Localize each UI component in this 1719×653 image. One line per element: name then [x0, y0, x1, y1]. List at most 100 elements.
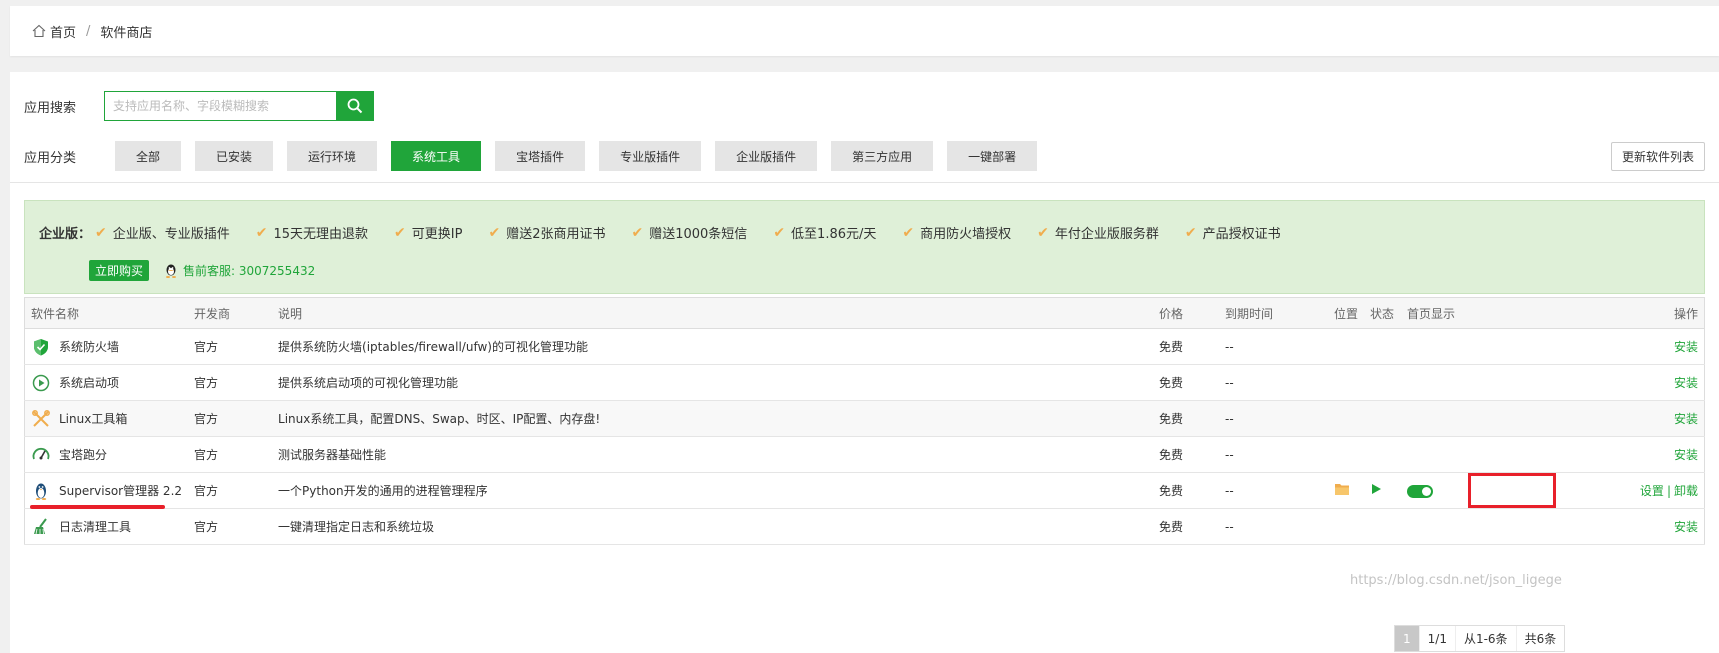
- developer: 官方: [188, 508, 273, 545]
- promo-title: 企业版：: [39, 227, 92, 242]
- breadcrumb: 首页 / 软件商店: [32, 22, 152, 41]
- presales-contact[interactable]: 售前客服: 3007255432: [163, 262, 315, 279]
- play-circle-icon: [32, 374, 50, 391]
- promo-actions: 立即购买 售前客服: 3007255432: [89, 260, 315, 281]
- annotation-highlight-box: [1468, 473, 1556, 508]
- annotation-underline: [30, 505, 165, 509]
- home-icon[interactable]: [32, 24, 46, 38]
- watermark: https://blog.csdn.net/json_ligege: [1350, 573, 1562, 588]
- promo-feature: ✔ 企业版、专业版插件: [95, 224, 230, 243]
- description: Linux系统工具，配置DNS、Swap、时区、IP配置、内存盘!: [272, 400, 1154, 437]
- install-link[interactable]: 安装: [1674, 340, 1698, 354]
- col-expire: 到期时间: [1219, 297, 1329, 329]
- page-total: 共6条: [1524, 632, 1557, 646]
- description: 提供系统防火墙(iptables/firewall/ufw)的可视化管理功能: [272, 328, 1154, 365]
- category-installed[interactable]: 已安装: [195, 141, 274, 171]
- expire: --: [1219, 472, 1329, 509]
- broom-icon: [34, 517, 47, 534]
- price: 免费: [1153, 436, 1220, 473]
- category-one-click-deploy[interactable]: 一键部署: [947, 141, 1038, 171]
- category-bt-plugins[interactable]: 宝塔插件: [495, 141, 586, 171]
- check-icon: ✔: [631, 224, 644, 241]
- enterprise-promo: 企业版： ✔ 企业版、专业版插件 ✔ 15天无理由退款 ✔ 可更换IP ✔ 赠送2张商用…: [24, 200, 1705, 294]
- developer: 官方: [188, 436, 273, 473]
- description: 测试服务器基础性能: [272, 436, 1154, 473]
- expire: --: [1219, 508, 1329, 545]
- install-link[interactable]: 安装: [1674, 448, 1698, 462]
- top-bar: 首页 / 软件商店: [10, 6, 1719, 56]
- settings-link[interactable]: 设置: [1640, 484, 1664, 498]
- software-name[interactable]: Supervisor管理器 2.2: [59, 482, 182, 499]
- category-runtime[interactable]: 运行环境: [287, 141, 378, 171]
- divider: [10, 182, 1719, 183]
- col-price[interactable]: 价格: [1153, 297, 1220, 329]
- check-icon: ✔: [1184, 224, 1197, 241]
- promo-features: 企业版： ✔ 企业版、专业版插件 ✔ 15天无理由退款 ✔ 可更换IP ✔ 赠送2张商用…: [39, 223, 1307, 243]
- category-pro-plugins[interactable]: 专业版插件: [599, 141, 702, 171]
- home-display-toggle[interactable]: [1407, 484, 1434, 498]
- price: 免费: [1153, 508, 1220, 545]
- category-all[interactable]: 全部: [115, 141, 182, 171]
- check-icon: ✔: [902, 224, 915, 241]
- promo-feature: ✔ 低至1.86元/天: [773, 224, 877, 243]
- category-third-party[interactable]: 第三方应用: [831, 141, 934, 171]
- col-developer: 开发商: [188, 297, 273, 329]
- developer: 官方: [188, 472, 273, 509]
- uninstall-link[interactable]: 卸载: [1674, 484, 1698, 498]
- search-input[interactable]: [104, 91, 336, 121]
- table-row: Supervisor管理器 2.2 官方 一个Python开发的通用的进程管理程…: [24, 472, 1705, 509]
- page-current[interactable]: 1: [1395, 626, 1420, 651]
- software-table: 软件名称 开发商 说明 价格 到期时间 位置 状态 首页显示 操作 系统防火墙 …: [24, 297, 1705, 545]
- expire: --: [1219, 400, 1329, 437]
- category-system-tools[interactable]: 系统工具: [391, 141, 482, 171]
- page-range: 从1-6条: [1456, 626, 1517, 651]
- search-label: 应用搜索: [24, 100, 77, 116]
- gauge-icon: [32, 447, 50, 459]
- table-row: 日志清理工具 官方 一键清理指定日志和系统垃圾 免费 -- 安装: [24, 508, 1705, 545]
- play-icon[interactable]: [1370, 483, 1382, 495]
- search-icon: [347, 98, 363, 114]
- expire: --: [1219, 328, 1329, 365]
- table-header-row: 软件名称 开发商 说明 价格 到期时间 位置 状态 首页显示 操作: [24, 297, 1705, 329]
- shield-icon: [34, 338, 48, 355]
- buy-now-button[interactable]: 立即购买: [89, 260, 150, 281]
- developer: 官方: [188, 400, 273, 437]
- software-name[interactable]: 系统启动项: [59, 374, 119, 391]
- penguin-icon: [35, 483, 47, 500]
- qq-penguin-icon: [166, 264, 177, 278]
- check-icon: ✔: [255, 224, 268, 241]
- col-name[interactable]: 软件名称: [24, 297, 189, 329]
- col-operation: 操作: [1481, 297, 1705, 329]
- install-link[interactable]: 安装: [1674, 520, 1698, 534]
- software-name[interactable]: 日志清理工具: [59, 518, 131, 535]
- check-icon: ✔: [1037, 224, 1049, 241]
- description: 一键清理指定日志和系统垃圾: [272, 508, 1154, 545]
- install-link[interactable]: 安装: [1674, 376, 1698, 390]
- description: 一个Python开发的通用的进程管理程序: [272, 472, 1154, 509]
- table-row: Linux工具箱 官方 Linux系统工具，配置DNS、Swap、时区、IP配置…: [24, 400, 1705, 437]
- check-icon: ✔: [394, 224, 406, 241]
- category-label: 应用分类: [24, 150, 77, 166]
- check-icon: ✔: [488, 224, 501, 241]
- col-status: 状态: [1364, 297, 1402, 329]
- op-separator: |: [1666, 484, 1671, 498]
- refresh-list-button[interactable]: 更新软件列表: [1610, 142, 1705, 171]
- table-row: 系统启动项 官方 提供系统启动项的可视化管理功能 免费 -- 安装: [24, 364, 1705, 401]
- promo-feature: ✔ 15天无理由退款: [255, 224, 369, 243]
- software-name[interactable]: 系统防火墙: [59, 338, 119, 355]
- promo-feature: ✔ 赠送1000条短信: [631, 224, 748, 243]
- breadcrumb-separator: /: [86, 23, 91, 39]
- check-icon: ✔: [773, 224, 786, 241]
- breadcrumb-home[interactable]: 首页: [50, 22, 76, 41]
- table-row: 系统防火墙 官方 提供系统防火墙(iptables/firewall/ufw)的…: [24, 328, 1705, 365]
- search-button[interactable]: [336, 91, 374, 121]
- folder-icon[interactable]: [1334, 482, 1350, 496]
- developer: 官方: [188, 364, 273, 401]
- install-link[interactable]: 安装: [1674, 412, 1698, 426]
- promo-feature: ✔ 商用防火墙授权: [902, 224, 1012, 243]
- software-name[interactable]: 宝塔跑分: [59, 446, 107, 463]
- description: 提供系统启动项的可视化管理功能: [272, 364, 1154, 401]
- software-name[interactable]: Linux工具箱: [59, 410, 127, 427]
- category-enterprise-plugins[interactable]: 企业版插件: [715, 141, 818, 171]
- expire: --: [1219, 364, 1329, 401]
